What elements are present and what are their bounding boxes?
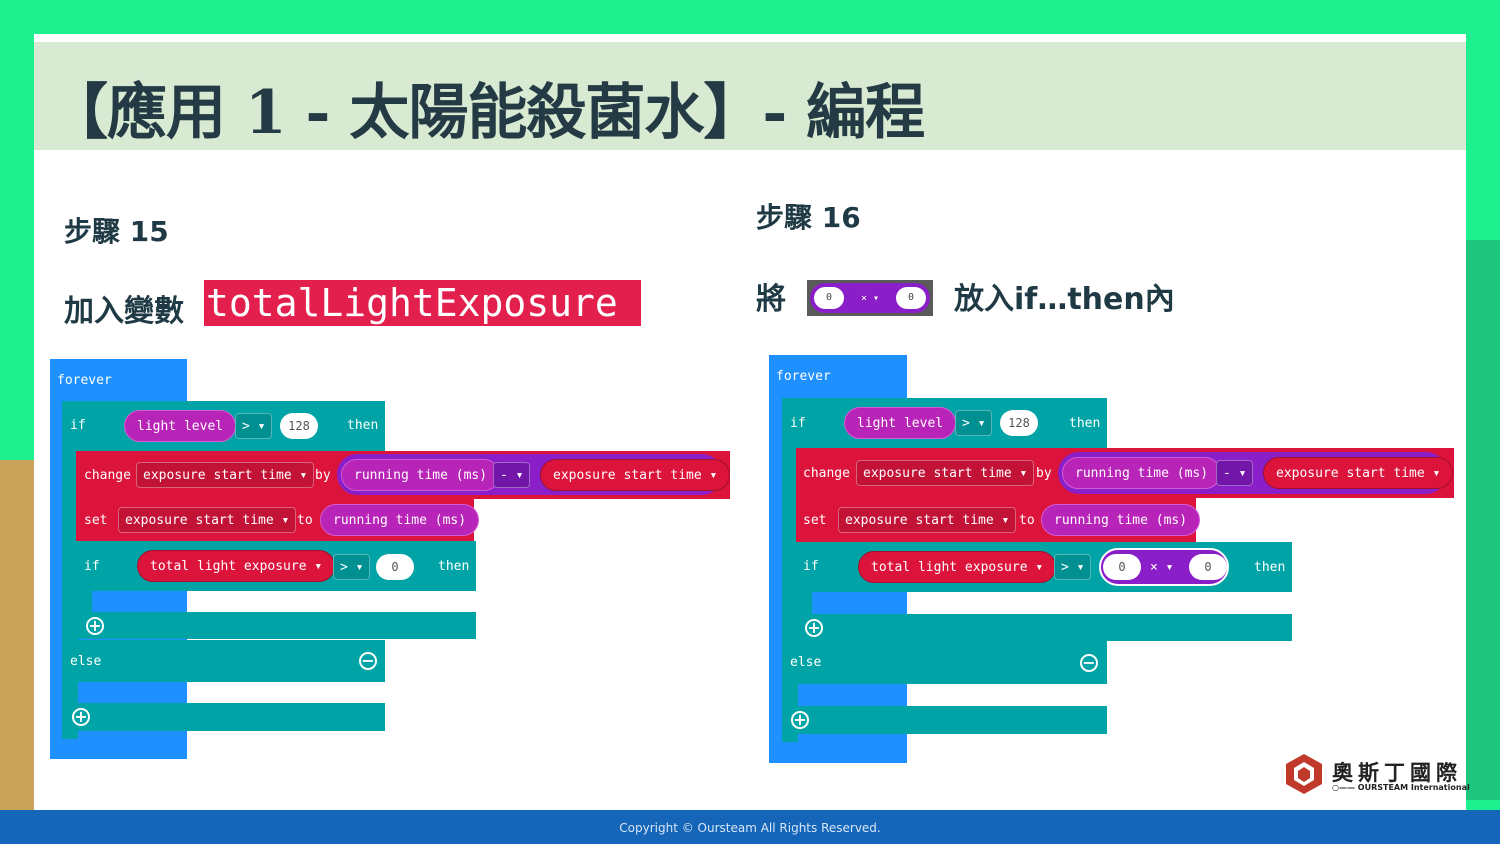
set-label: set [84, 513, 108, 528]
change-label: change [84, 468, 131, 483]
threshold-128-right[interactable]: 128 [1000, 410, 1038, 436]
threshold-128[interactable]: 128 [280, 413, 318, 439]
else-block[interactable] [62, 640, 385, 682]
by-label: by [315, 468, 331, 483]
exposure-start-time-var-right[interactable]: exposure start time ▾ [1263, 457, 1454, 489]
exposure-start-time-var[interactable]: exposure start time ▾ [540, 459, 731, 491]
inner-if-label: if [84, 559, 100, 574]
light-level-block[interactable]: light level [124, 410, 237, 442]
step-15-label: 步驟 15 [64, 215, 169, 248]
footer-copyright: Copyright © Oursteam All Rights Reserved… [0, 810, 1500, 844]
add-else-if-button-right[interactable]: + [791, 711, 809, 729]
then-label-right: then [1069, 416, 1101, 431]
running-time-right[interactable]: running time (ms) [1062, 457, 1222, 489]
slide-title: 【應用 1 - 太陽能殺菌水】- 編程 [48, 78, 925, 148]
gt-dropdown-right[interactable]: > ▾ [955, 410, 993, 436]
mini-operator: × ▾ [860, 292, 880, 304]
if-label: if [70, 418, 86, 433]
add-else-if-button[interactable]: + [72, 708, 90, 726]
multiply-left-zero[interactable]: 0 [1103, 554, 1141, 580]
right-instruction-suffix: 放入if…then內 [954, 282, 1175, 317]
if-label-right: if [790, 416, 806, 431]
else-block-right[interactable] [782, 641, 1107, 684]
inner-add-button-right[interactable]: + [805, 619, 823, 637]
change-label-right: change [803, 466, 850, 481]
if-footer-right [782, 706, 1107, 734]
inner-gt-dropdown-right[interactable]: > ▾ [1054, 554, 1092, 580]
running-time-block-set[interactable]: running time (ms) [320, 504, 480, 536]
right-instruction-prefix: 將 [756, 282, 786, 317]
inner-gt-dropdown[interactable]: > ▾ [333, 554, 371, 580]
remove-else-button[interactable]: − [359, 652, 377, 670]
mini-left-number: 0 [814, 287, 844, 309]
running-time-block[interactable]: running time (ms) [341, 459, 501, 491]
remove-else-button-right[interactable]: − [1080, 654, 1098, 672]
change-dropdown-right[interactable]: exposure start time ▾ [856, 460, 1035, 486]
to-label-right: to [1019, 513, 1035, 528]
set-label-right: set [803, 513, 827, 528]
else-label-right: else [790, 655, 822, 670]
multiply-block-preview: 0 × ▾ 0 [807, 280, 933, 316]
set-dropdown-right[interactable]: exposure start time ▾ [838, 507, 1017, 533]
to-label: to [297, 513, 313, 528]
inner-then-label: then [438, 559, 470, 574]
running-time-set-right[interactable]: running time (ms) [1041, 504, 1201, 536]
minus-operator-dropdown[interactable]: - ▾ [493, 462, 531, 488]
minus-dropdown-right[interactable]: - ▾ [1216, 460, 1254, 486]
left-instruction: 加入變數 [64, 294, 184, 329]
step-16-label: 步驟 16 [756, 201, 861, 234]
forever-label: forever [57, 373, 112, 388]
variable-name-highlight: totalLightExposure [204, 280, 641, 326]
by-label-right: by [1036, 466, 1052, 481]
inner-then-label-right: then [1254, 560, 1286, 575]
change-variable-dropdown[interactable]: exposure start time ▾ [136, 462, 315, 488]
mini-right-number: 0 [896, 287, 926, 309]
title-bar: 【應用 1 - 太陽能殺菌水】- 編程 [34, 42, 1466, 150]
inner-if-footer [76, 612, 476, 639]
multiply-right-zero[interactable]: 0 [1189, 554, 1227, 580]
then-label: then [347, 418, 379, 433]
inner-if-label-right: if [803, 559, 819, 574]
if-block-footer [62, 703, 385, 731]
light-level-block-right[interactable]: light level [844, 407, 957, 439]
set-variable-dropdown[interactable]: exposure start time ▾ [118, 507, 297, 533]
inner-if-footer-right [796, 614, 1292, 641]
gt-operator-dropdown[interactable]: > ▾ [235, 413, 273, 439]
logo-english-name: ○—— OURSTEAM International [1332, 783, 1470, 792]
total-light-exposure-var-right[interactable]: total light exposure ▾ [858, 551, 1057, 583]
else-label: else [70, 654, 102, 669]
background-accent-right [1460, 240, 1500, 800]
inner-zero[interactable]: 0 [376, 554, 414, 580]
multiply-operator[interactable]: × ▾ [1150, 560, 1173, 575]
total-light-exposure-var[interactable]: total light exposure ▾ [137, 550, 336, 582]
forever-label-right: forever [776, 369, 831, 384]
oursteam-logo-icon [1286, 754, 1322, 794]
inner-add-button[interactable]: + [86, 617, 104, 635]
